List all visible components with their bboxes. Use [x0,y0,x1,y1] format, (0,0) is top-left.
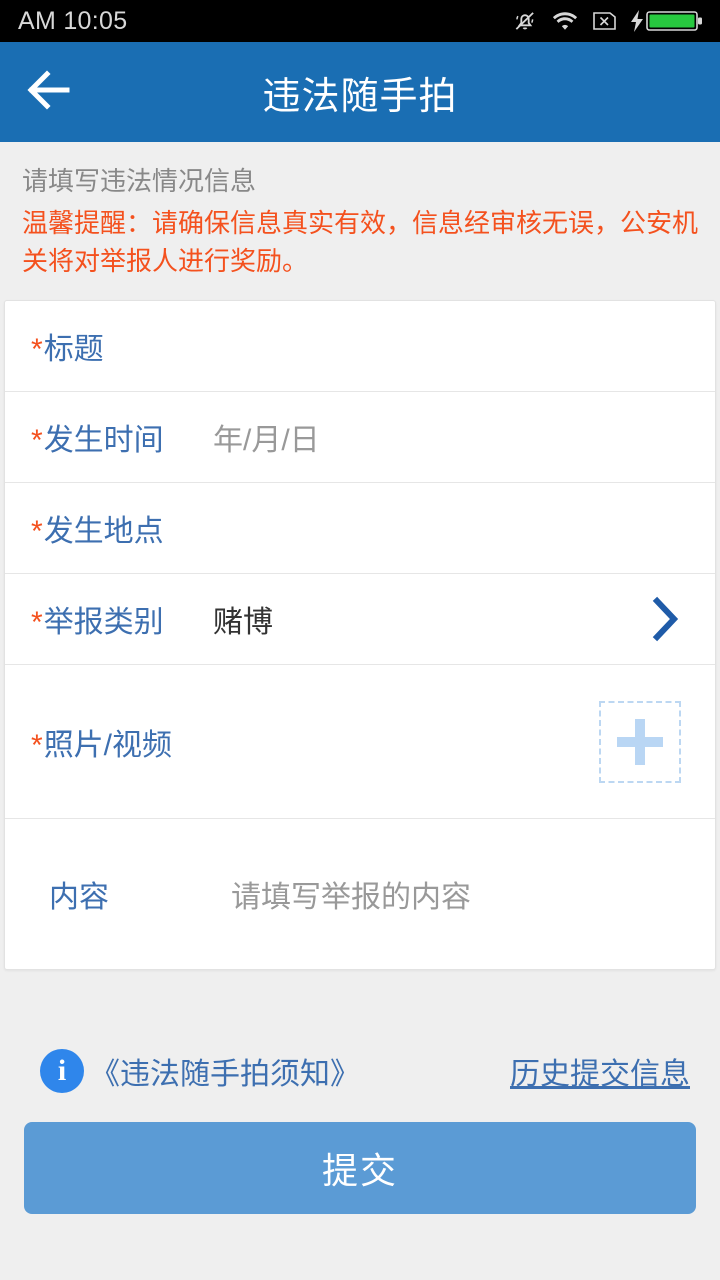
notice-title: 请填写违法情况信息 [22,166,257,196]
field-label-text: 标题 [43,333,104,366]
submit-button[interactable]: 提交 [24,1122,696,1214]
notice-link-label: 《违法随手拍须知》 [90,1058,360,1091]
app-header: 违法随手拍 [0,42,720,142]
media-upload-area [199,700,693,783]
status-bar-icons [512,8,704,34]
field-label-location: *发生地点 [31,506,199,550]
field-label-datetime: *发生时间 [31,415,199,459]
page-title: 违法随手拍 [262,75,458,118]
status-bar: AM 10:05 [0,0,720,42]
field-label-text: 照片/视频 [43,728,173,762]
required-marker: * [31,515,43,548]
notice-block: 请填写违法情况信息 温馨提醒：请确保信息真实有效，信息经审核无误，公安机关将对举… [0,142,720,296]
field-label-text: 举报类别 [43,606,164,639]
form-row-datetime[interactable]: *发生时间 年/月/日 [5,392,715,483]
chevron-right-icon[interactable] [649,593,693,645]
datetime-input[interactable]: 年/月/日 [199,415,693,459]
add-media-button[interactable] [599,700,681,783]
form-row-category[interactable]: *举报类别 赌博 [5,574,715,665]
field-label-text: 发生时间 [43,424,164,457]
plus-icon [617,718,663,765]
battery-icon [630,8,704,34]
wifi-icon [551,9,579,33]
required-marker: * [31,606,43,639]
status-bar-time: AM 10:05 [18,7,128,35]
history-link[interactable]: 历史提交信息 [510,1049,690,1093]
content-textarea[interactable]: 请填写举报的内容 [217,872,693,916]
notice-warning: 温馨提醒：请确保信息真实有效，信息经审核无误，公安机关将对举报人进行奖励。 [22,208,699,276]
back-button[interactable] [18,61,80,123]
submit-container: 提交 [0,1100,720,1214]
required-marker: * [31,728,43,762]
form-row-content[interactable]: 内容 请填写举报的内容 [5,819,715,969]
field-label-content: 内容 [49,881,109,914]
form-row-title[interactable]: *标题 [5,301,715,392]
footer-links: i 《违法随手拍须知》 历史提交信息 [0,1042,720,1100]
notice-link[interactable]: i 《违法随手拍须知》 [40,1049,360,1093]
mute-bell-icon [512,8,538,34]
form-row-location[interactable]: *发生地点 [5,483,715,574]
sim-card-x-icon [592,10,617,32]
required-marker: * [31,333,43,366]
report-form-card: *标题 *发生时间 年/月/日 *发生地点 *举报类别 赌博 *照片/视频 内容 [4,300,716,970]
info-circle-icon: i [40,1049,84,1093]
form-row-media[interactable]: *照片/视频 [5,665,715,819]
field-label-title: *标题 [31,324,199,368]
required-marker: * [31,424,43,457]
field-label-category: *举报类别 [31,597,199,641]
field-label-text: 发生地点 [43,515,164,548]
field-label-media: *照片/视频 [31,720,199,764]
category-value[interactable]: 赌博 [199,597,649,641]
arrow-left-icon [21,62,77,123]
